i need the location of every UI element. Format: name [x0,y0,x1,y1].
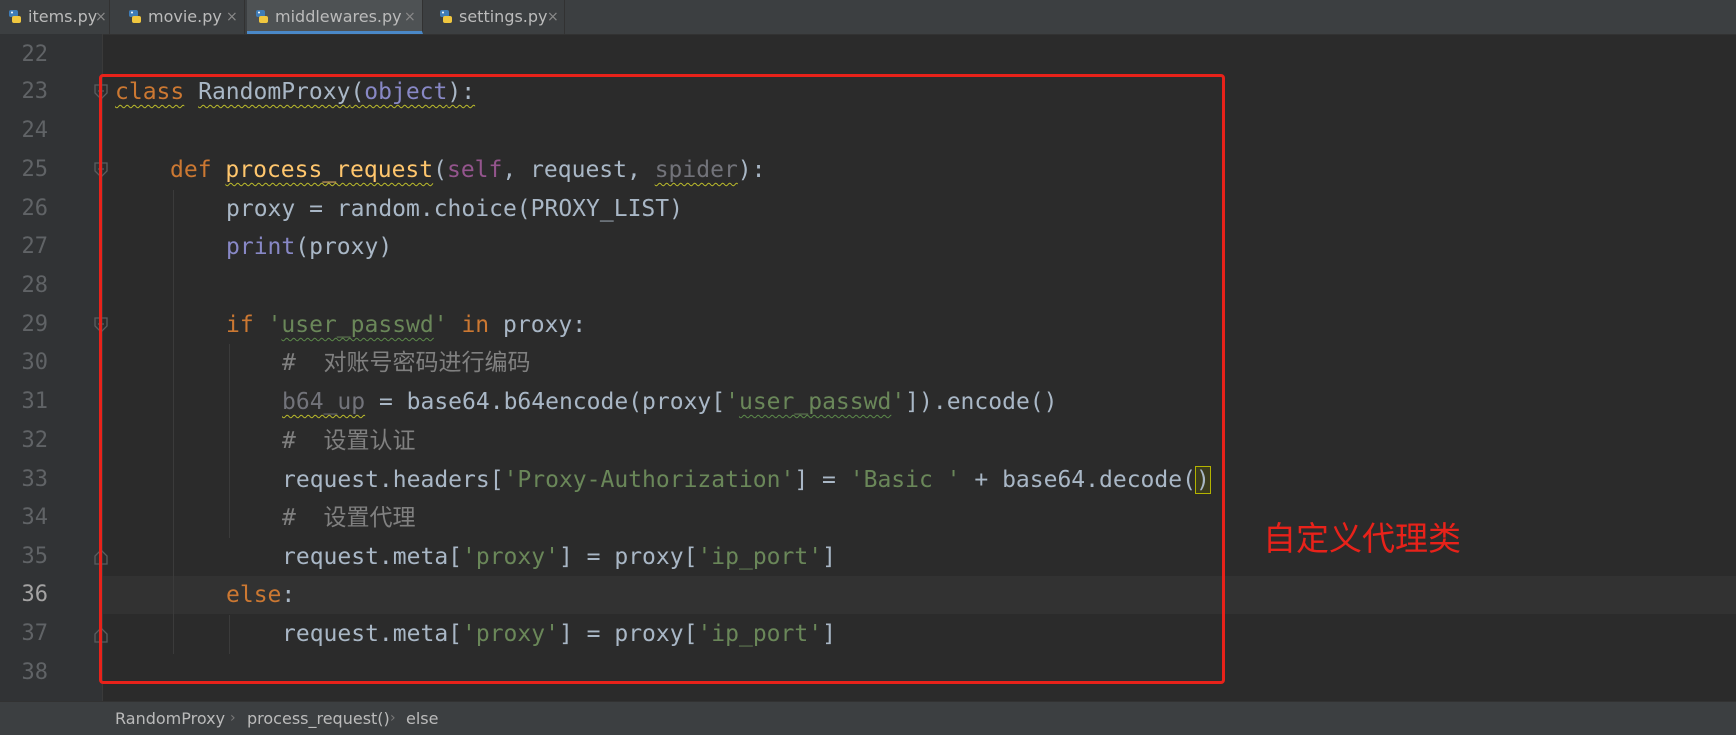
breadcrumb-item-method[interactable]: process_request() [247,702,390,735]
line-number: 30 [21,350,49,375]
line-number: 33 [21,467,49,492]
tab-label: movie.py [148,7,222,26]
close-icon[interactable]: × [226,0,238,34]
python-file-icon [9,10,21,23]
editor-tab-bar: items.py × movie.py × middlewares.py × s… [0,0,1736,35]
close-icon[interactable]: × [404,0,416,34]
tab-items-py[interactable]: items.py × [0,0,110,34]
line-number: 31 [21,389,49,414]
close-icon[interactable]: × [95,0,107,34]
breadcrumb-item-else[interactable]: else [406,702,438,735]
breadcrumb-separator: › [230,710,236,726]
tab-label: settings.py [459,7,548,26]
breadcrumb-separator: › [390,710,396,726]
close-icon[interactable]: × [547,0,559,34]
python-file-icon [129,10,141,23]
line-number: 37 [21,621,49,646]
line-number: 32 [21,428,49,453]
line-number: 35 [21,544,49,569]
tab-settings-py[interactable]: settings.py × [431,0,565,34]
python-file-icon [256,10,268,23]
line-number: 38 [21,660,49,685]
tab-label: middlewares.py [275,7,402,26]
python-file-icon [440,10,452,23]
line-number: 25 [21,157,49,182]
tab-movie-py[interactable]: movie.py × [120,0,245,34]
line-number: 28 [21,273,49,298]
tab-middlewares-py[interactable]: middlewares.py × [247,0,423,34]
line-number: 29 [21,312,49,337]
line-number: 24 [21,118,49,143]
line-number: 23 [21,79,49,104]
annotation-label: 自定义代理类 [1263,519,1461,558]
line-number: 27 [21,234,49,259]
breadcrumb: RandomProxy › process_request() › else [0,701,1736,735]
tab-label: items.py [28,7,98,26]
annotation-highlight-box [99,74,1225,684]
line-number: 26 [21,196,49,221]
breadcrumb-item-class[interactable]: RandomProxy [115,702,225,735]
line-number-current: 36 [21,582,49,607]
line-number: 34 [21,505,49,530]
line-number: 22 [21,42,49,67]
